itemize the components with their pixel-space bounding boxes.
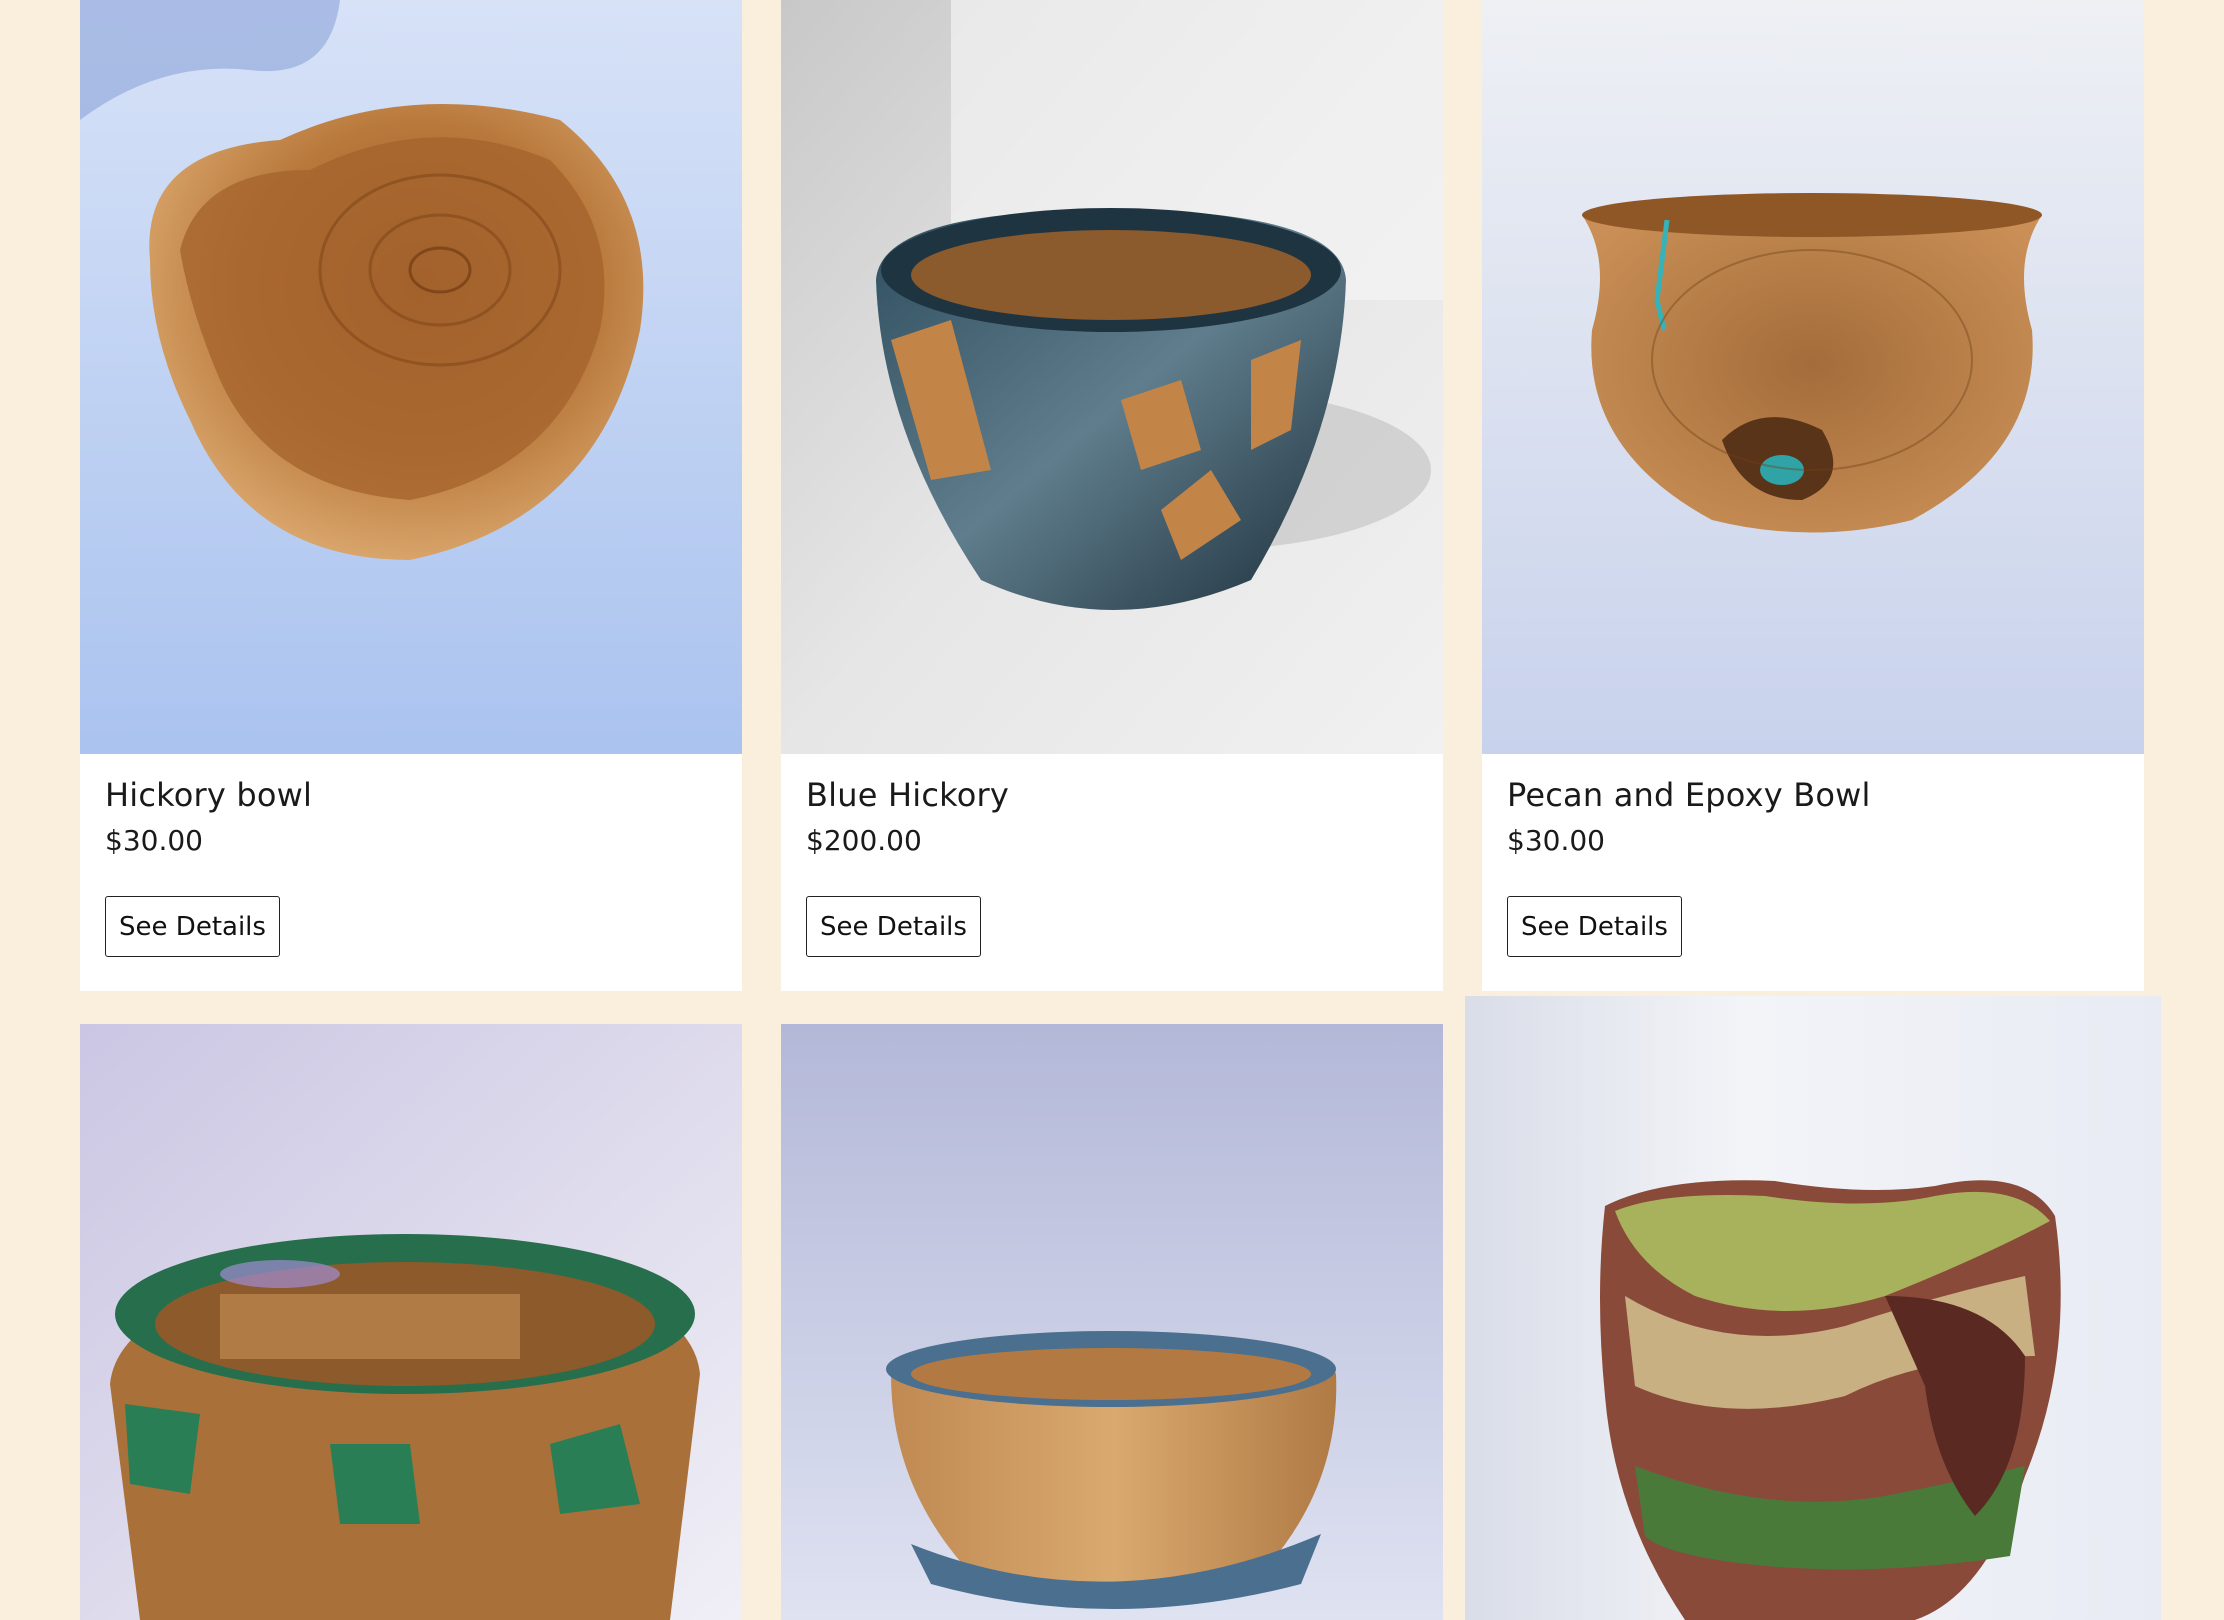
product-card-hickory-bowl[interactable]: Hickory bowl $30.00 See Details (80, 0, 742, 991)
product-info: Hickory bowl $30.00 See Details (80, 754, 742, 991)
product-card-pecan-epoxy-bowl[interactable]: Pecan and Epoxy Bowl $30.00 See Details (1482, 0, 2144, 991)
product-image-5[interactable] (781, 1024, 1443, 1620)
product-image-pecan-epoxy-bowl[interactable] (1482, 0, 2144, 754)
product-price: $30.00 (105, 824, 203, 857)
product-image-6[interactable] (1465, 996, 2161, 1620)
product-info: Blue Hickory $200.00 See Details (781, 754, 1443, 991)
product-card-4[interactable] (80, 1024, 742, 1620)
see-details-button[interactable]: See Details (806, 896, 981, 957)
see-details-button[interactable]: See Details (1507, 896, 1682, 957)
product-card-6[interactable] (1465, 996, 2161, 1620)
product-title[interactable]: Pecan and Epoxy Bowl (1507, 776, 1871, 814)
product-price: $200.00 (806, 824, 922, 857)
product-card-5[interactable] (781, 1024, 1443, 1620)
product-grid: Hickory bowl $30.00 See Details Blue Hic… (0, 0, 2224, 1620)
product-title[interactable]: Blue Hickory (806, 776, 1009, 814)
product-image-4[interactable] (80, 1024, 742, 1620)
product-price: $30.00 (1507, 824, 1605, 857)
product-title[interactable]: Hickory bowl (105, 776, 312, 814)
see-details-button[interactable]: See Details (105, 896, 280, 957)
product-image-blue-hickory[interactable] (781, 0, 1443, 754)
product-info: Pecan and Epoxy Bowl $30.00 See Details (1482, 754, 2144, 991)
product-card-blue-hickory[interactable]: Blue Hickory $200.00 See Details (781, 0, 1443, 991)
product-image-hickory-bowl[interactable] (80, 0, 742, 754)
